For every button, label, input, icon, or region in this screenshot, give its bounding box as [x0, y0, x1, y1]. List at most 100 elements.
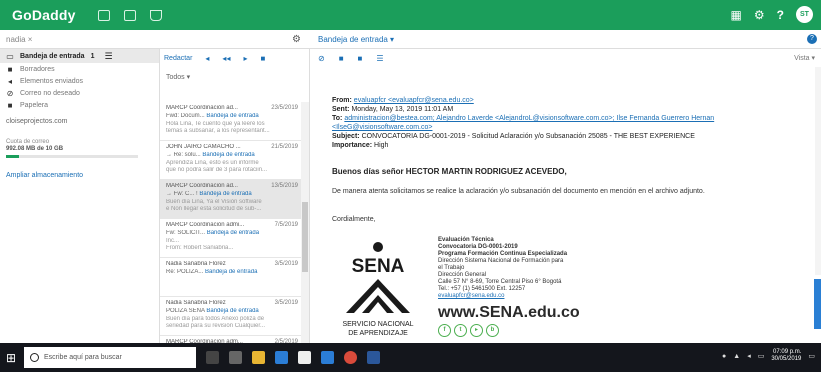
list-scrollbar[interactable]	[301, 102, 309, 343]
inbox-icon: ▭	[6, 51, 14, 61]
reply-all-icon[interactable]: ◂◂	[222, 54, 230, 63]
move-icon[interactable]: ■	[358, 54, 363, 63]
file-explorer-icon[interactable]	[252, 351, 265, 364]
from-label: From:	[332, 97, 352, 104]
expand-storage-link[interactable]: Ampliar almacenamiento	[6, 172, 159, 179]
user-icon[interactable]: ●	[722, 353, 726, 360]
help-icon[interactable]: ?	[777, 8, 784, 22]
brand-logo[interactable]: GoDaddy	[12, 7, 76, 23]
tasks-app-icon[interactable]	[149, 9, 162, 21]
list-scroll-thumb[interactable]	[302, 202, 308, 272]
message-row[interactable]: MARCP Coordinación ad... 23/5/2019 Fwd: Do…	[160, 102, 309, 141]
side-feedback-tab[interactable]	[814, 279, 821, 329]
message-preview: Hola Lina, Te cuento que ya leeré los	[166, 121, 265, 127]
apps-grid-icon[interactable]: ▦	[731, 8, 742, 22]
reading-scrollbar[interactable]	[815, 67, 821, 275]
sena-logo: SENA SERVICIO NACIONAL DE APRENDIZAJE	[342, 242, 414, 337]
microphone-icon[interactable]	[206, 351, 219, 364]
menu-icon[interactable]: ☰	[104, 51, 112, 62]
message-date: 3/5/2019	[274, 261, 298, 267]
facebook-icon[interactable]: f	[438, 324, 451, 337]
message-row[interactable]: Nadia Sanabria Florez 3/5/2019 POLIZA SENA…	[160, 297, 309, 336]
mail-app-icon[interactable]	[97, 9, 110, 21]
folder-spam[interactable]: ⊘ Correo no deseado	[0, 87, 159, 99]
from-value[interactable]: evaluapfcr <evaluapfcr@sena.edu.co>	[354, 97, 474, 104]
message-row[interactable]: MARCP Coordinación adm... 2/5/2019	[160, 336, 309, 343]
breadcrumb[interactable]: Bandeja de entrada ▾	[318, 35, 394, 44]
message-row[interactable]: MARCP Coordinación ad... 13/5/2019 → Fw: C…	[160, 180, 309, 219]
block-icon[interactable]: ⊘	[318, 54, 325, 63]
message-subject-line: Re: POLIZA... Bandeja de entrada	[166, 269, 306, 275]
mail-body: De manera atenta solicitamos se realice …	[332, 188, 705, 195]
taskbar-search[interactable]: Escribe aquí para buscar	[24, 347, 196, 368]
view-menu[interactable]: Vista ▾	[794, 54, 815, 62]
battery-icon[interactable]: ▭	[758, 352, 765, 360]
sig-phone: Tel.: +57 (1) 5461500 Ext. 12257	[438, 286, 526, 292]
account-domain: cloiseprojectos.com	[6, 118, 68, 125]
notifications-icon[interactable]: ▭	[808, 352, 815, 360]
message-folder-tag: Bandeja de entrada	[202, 152, 255, 158]
message-subject: Fw: SOLICIT...	[166, 230, 206, 236]
message-folder-tag: Bandeja de entrada	[206, 230, 260, 236]
message-subject-line: → Re: solu... Bandeja de entrada	[166, 152, 306, 158]
mail-icon[interactable]	[321, 351, 334, 364]
folder-trash[interactable]: ■ Papelera	[0, 99, 159, 111]
message-row[interactable]: MARCP Coordinación admi... 7/5/2019 Fw: SO…	[160, 219, 309, 258]
message-preview: Buen día para todos Anexo póliza de	[166, 316, 265, 322]
drafts-icon: ■	[7, 64, 13, 74]
reply-icon[interactable]: ◂	[205, 54, 209, 63]
subject-label: Subject:	[332, 133, 360, 140]
delete-icon[interactable]: ■	[260, 54, 265, 63]
network-icon[interactable]: ▲	[733, 353, 740, 360]
search-input[interactable]	[6, 33, 286, 46]
message-subject-line: POLIZA SENA Bandeja de entrada	[166, 308, 306, 314]
more-icon[interactable]: ☰	[376, 54, 383, 63]
avatar[interactable]: ST	[796, 6, 813, 23]
reading-toolbar: ⊘ ■ ■ ☰	[310, 49, 821, 67]
to-value[interactable]: administracion@bestea.com; Alejandro Lav…	[332, 115, 714, 131]
message-sender: Nadia Sanabria Florez	[166, 261, 226, 267]
volume-icon[interactable]: ◂	[747, 352, 751, 360]
forward-icon[interactable]: ▸	[243, 54, 247, 63]
message-list-pane: Redactar ◂ ◂◂ ▸ ■ Todos ▾ MARCP Coordina…	[160, 49, 310, 343]
message-preview: Aprendiza Lina, esto es un informe	[166, 160, 259, 166]
compose-button[interactable]: Redactar	[164, 55, 192, 62]
message-subject: → Fw: C... !	[166, 191, 200, 197]
message-date: 7/5/2019	[274, 222, 298, 228]
flag-icon[interactable]: ■	[339, 54, 344, 63]
cortana-icon	[30, 353, 39, 362]
list-filter-dropdown[interactable]: Todos ▾	[166, 73, 309, 81]
windows-start-icon[interactable]: ⊞	[0, 343, 22, 372]
task-view-icon[interactable]	[229, 351, 242, 364]
importance-value: High	[374, 142, 389, 149]
browser-icon[interactable]	[298, 351, 311, 364]
message-preview: Inc...	[166, 238, 180, 244]
sig-org: Dirección Sistema Nacional de Formación …	[438, 258, 564, 264]
calendar-app-icon[interactable]	[123, 9, 136, 21]
spam-icon: ⊘	[6, 88, 14, 98]
sig-website[interactable]: www.SENA.edu.co	[438, 304, 658, 322]
twitter-icon[interactable]: t	[454, 324, 467, 337]
folder-inbox[interactable]: ▭ Bandeja de entrada 1 ☰	[0, 49, 159, 63]
message-row[interactable]: JOHN JAIRO CAMACHO ... 21/5/2019 → Re: sol…	[160, 141, 309, 180]
search-settings-icon[interactable]: ⚙	[292, 34, 301, 45]
message-sender: JOHN JAIRO CAMACHO ...	[166, 144, 241, 150]
subject-value: CONVOCATORIA DG-0001-2019 - Solicitud Ac…	[361, 133, 695, 140]
message-row[interactable]: Nadia Sanabria Florez 3/5/2019 Re: POLIZA.…	[160, 258, 309, 297]
mail-closing: Cordialmente,	[332, 216, 376, 223]
word-icon[interactable]	[367, 351, 380, 364]
clock[interactable]: 07:09 p.m. 30/05/2019	[771, 349, 801, 363]
top-bar: GoDaddy ▦ ⚙ ? ST	[0, 0, 821, 30]
message-subject-line: Fw: SOLICIT... Bandeja de entrada	[166, 230, 306, 236]
sig-email-link[interactable]: evaluapfcr@sena.edu.co	[438, 293, 658, 300]
store-icon[interactable]	[275, 351, 288, 364]
folder-sent[interactable]: ◂ Elementos enviados	[0, 75, 159, 87]
settings-icon[interactable]: ⚙	[754, 8, 765, 22]
folder-drafts[interactable]: ■ Borradores	[0, 63, 159, 75]
message-sender: MARCP Coordinación ad...	[166, 105, 238, 111]
youtube-icon[interactable]: ▸	[470, 324, 483, 337]
chrome-icon[interactable]	[344, 351, 357, 364]
message-preview: que no podrá salir de 3 para rotaciin...	[166, 167, 268, 173]
blog-icon[interactable]: b	[486, 324, 499, 337]
info-icon[interactable]: ?	[807, 34, 817, 44]
